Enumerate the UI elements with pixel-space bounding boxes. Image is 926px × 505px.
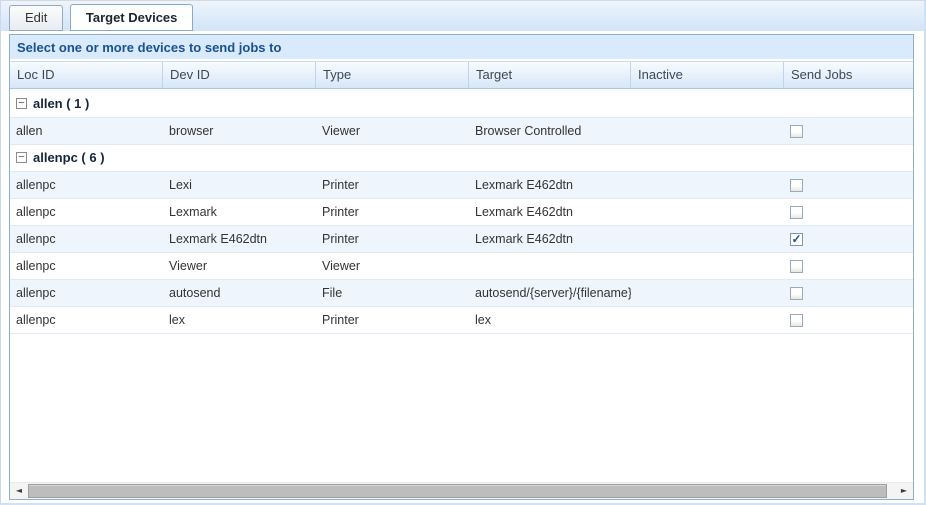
tab-bar: Edit Target Devices <box>1 1 924 31</box>
column-header-inactive[interactable]: Inactive <box>631 62 784 88</box>
send-jobs-checkbox[interactable] <box>790 287 803 300</box>
cell-target <box>469 253 631 279</box>
table-row: allenpcLexiPrinterLexmark E462dtn <box>10 172 913 199</box>
table-row: allenpcLexmark E462dtnPrinterLexmark E46… <box>10 226 913 253</box>
cell-target: Browser Controlled <box>469 118 631 144</box>
app-window: Edit Target Devices Select one or more d… <box>0 0 926 505</box>
column-header-target[interactable]: Target <box>469 62 631 88</box>
cell-dev-id: Lexi <box>163 172 316 198</box>
cell-inactive <box>631 118 784 144</box>
cell-send-jobs: ✓ <box>784 226 913 252</box>
column-header-loc-id[interactable]: Loc ID <box>10 62 163 88</box>
cell-target: Lexmark E462dtn <box>469 199 631 225</box>
cell-send-jobs <box>784 118 913 144</box>
send-jobs-checkbox[interactable] <box>790 179 803 192</box>
cell-target: Lexmark E462dtn <box>469 172 631 198</box>
cell-loc-id: allen <box>10 118 163 144</box>
scroll-left-icon[interactable]: ◄ <box>11 483 27 499</box>
scroll-right-icon[interactable]: ► <box>896 483 912 499</box>
table-row: allenpcautosendFileautosend/{server}/{fi… <box>10 280 913 307</box>
cell-loc-id: allenpc <box>10 226 163 252</box>
column-header-dev-id[interactable]: Dev ID <box>163 62 316 88</box>
group-row[interactable]: −allenpc ( 6 ) <box>10 145 913 172</box>
cell-dev-id: autosend <box>163 280 316 306</box>
send-jobs-checkbox[interactable] <box>790 314 803 327</box>
cell-inactive <box>631 280 784 306</box>
target-devices-panel: Select one or more devices to send jobs … <box>9 34 914 500</box>
cell-loc-id: allenpc <box>10 199 163 225</box>
cell-inactive <box>631 226 784 252</box>
table-row: allenpcViewerViewer <box>10 253 913 280</box>
horizontal-scrollbar[interactable]: ◄ ► <box>10 482 913 499</box>
cell-loc-id: allenpc <box>10 172 163 198</box>
cell-inactive <box>631 307 784 333</box>
column-header-type[interactable]: Type <box>316 62 469 88</box>
cell-loc-id: allenpc <box>10 307 163 333</box>
send-jobs-checkbox[interactable] <box>790 260 803 273</box>
cell-dev-id: lex <box>163 307 316 333</box>
cell-inactive <box>631 253 784 279</box>
scrollbar-thumb[interactable] <box>28 484 887 498</box>
cell-send-jobs <box>784 280 913 306</box>
cell-send-jobs <box>784 253 913 279</box>
cell-dev-id: Viewer <box>163 253 316 279</box>
table-row: allenbrowserViewerBrowser Controlled <box>10 118 913 145</box>
cell-type: Printer <box>316 199 469 225</box>
send-jobs-checkbox[interactable] <box>790 206 803 219</box>
send-jobs-checkbox[interactable]: ✓ <box>790 233 803 246</box>
cell-send-jobs <box>784 307 913 333</box>
group-label: allen ( 1 ) <box>33 96 89 111</box>
cell-type: Viewer <box>316 253 469 279</box>
cell-send-jobs <box>784 199 913 225</box>
group-label: allenpc ( 6 ) <box>33 150 105 165</box>
cell-dev-id: Lexmark <box>163 199 316 225</box>
instruction-bar: Select one or more devices to send jobs … <box>10 35 913 61</box>
send-jobs-checkbox[interactable] <box>790 125 803 138</box>
cell-target: Lexmark E462dtn <box>469 226 631 252</box>
collapse-icon[interactable]: − <box>16 152 27 163</box>
cell-inactive <box>631 172 784 198</box>
cell-type: Viewer <box>316 118 469 144</box>
grid-header-row: Loc ID Dev ID Type Target Inactive Send … <box>10 61 913 89</box>
table-row: allenpcLexmarkPrinterLexmark E462dtn <box>10 199 913 226</box>
collapse-icon[interactable]: − <box>16 98 27 109</box>
cell-type: Printer <box>316 307 469 333</box>
cell-type: Printer <box>316 226 469 252</box>
cell-target: autosend/{server}/{filename} <box>469 280 631 306</box>
cell-dev-id: browser <box>163 118 316 144</box>
cell-loc-id: allenpc <box>10 253 163 279</box>
cell-target: lex <box>469 307 631 333</box>
cell-loc-id: allenpc <box>10 280 163 306</box>
column-header-send-jobs[interactable]: Send Jobs <box>784 62 913 88</box>
cell-type: File <box>316 280 469 306</box>
cell-dev-id: Lexmark E462dtn <box>163 226 316 252</box>
group-row[interactable]: −allen ( 1 ) <box>10 91 913 118</box>
tab-target-devices[interactable]: Target Devices <box>70 4 194 31</box>
tab-edit[interactable]: Edit <box>9 5 63 31</box>
table-row: allenpclexPrinterlex <box>10 307 913 334</box>
cell-inactive <box>631 199 784 225</box>
cell-send-jobs <box>784 172 913 198</box>
cell-type: Printer <box>316 172 469 198</box>
grid-body: −allen ( 1 )allenbrowserViewerBrowser Co… <box>10 91 913 482</box>
